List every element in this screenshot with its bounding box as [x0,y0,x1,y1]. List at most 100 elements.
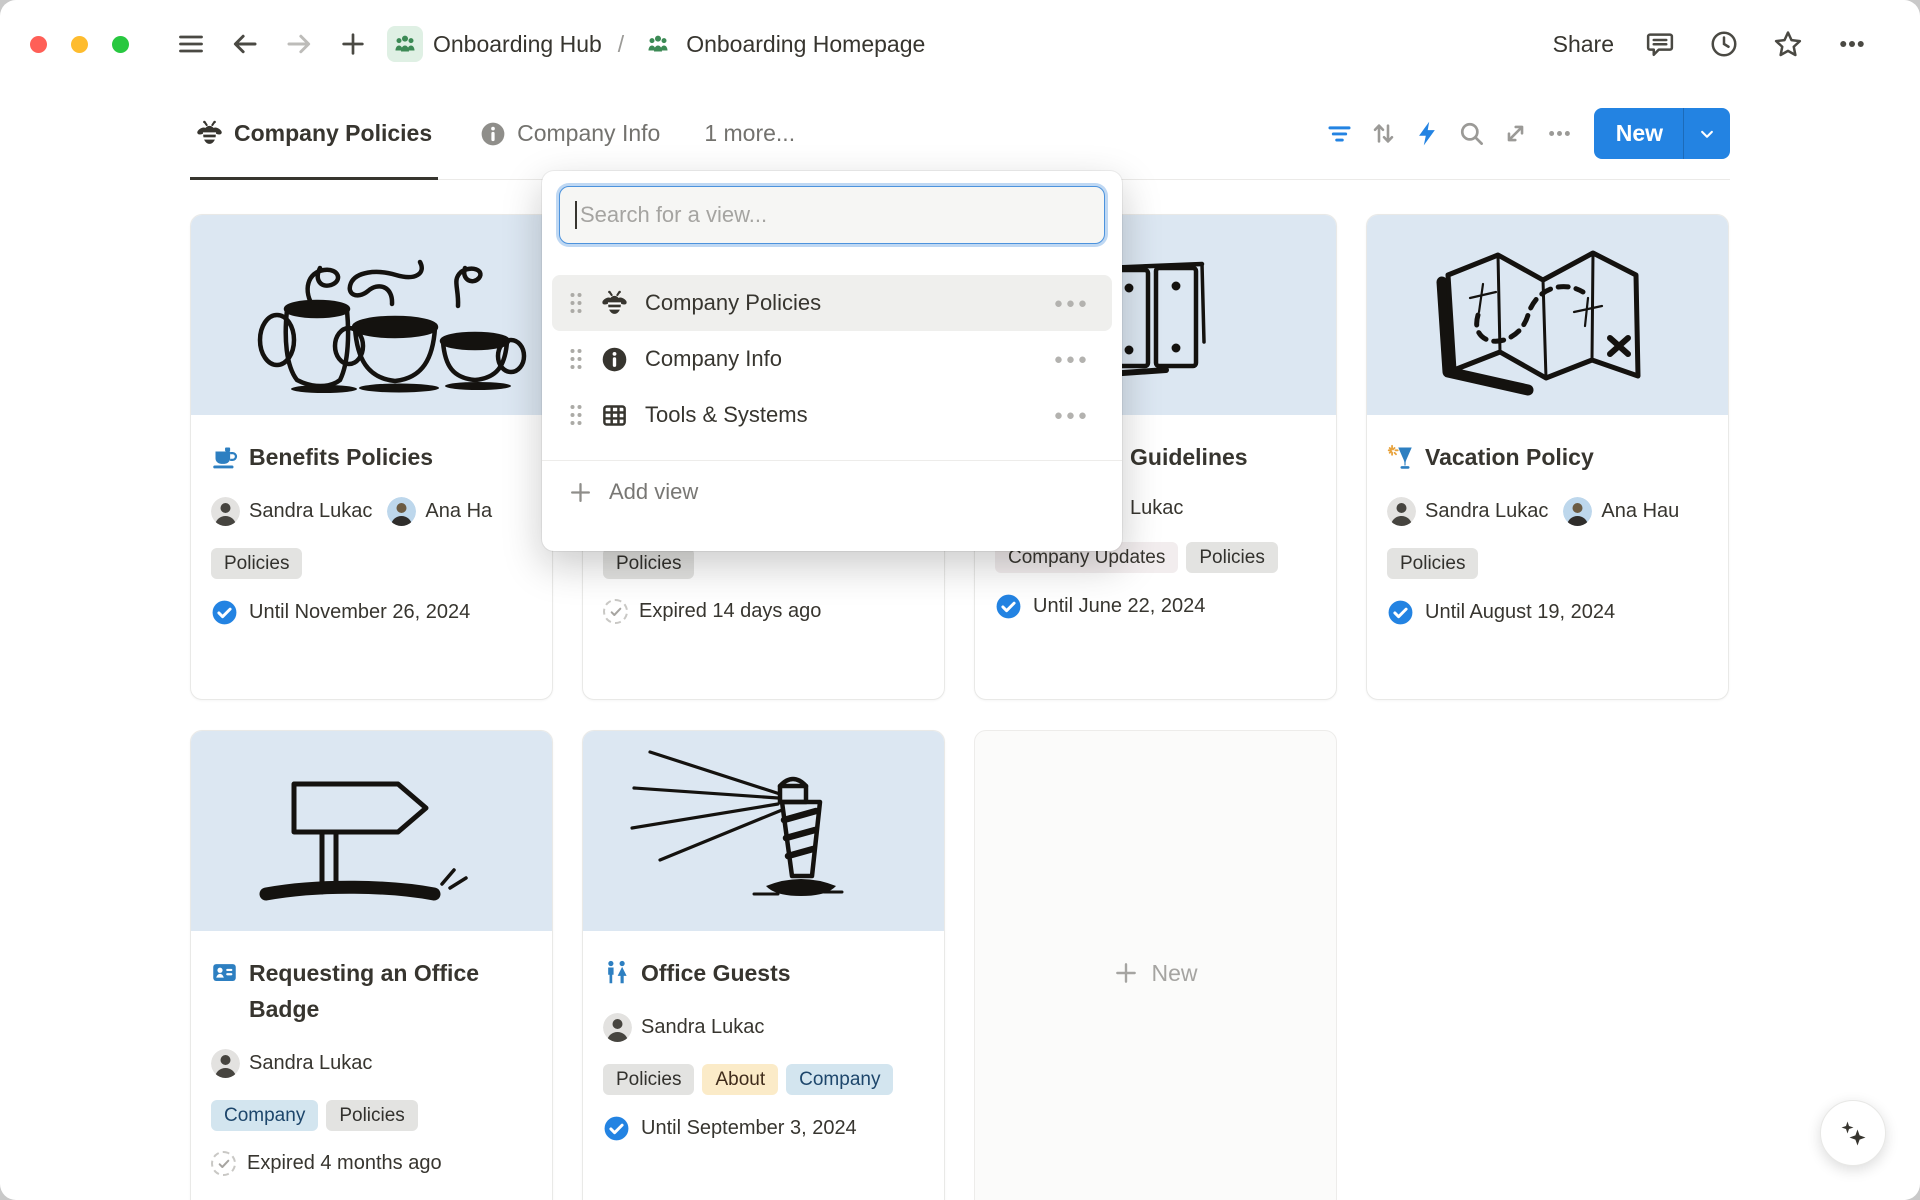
drag-handle-icon[interactable] [568,346,584,372]
card-title-row: Vacation Policy [1387,439,1708,475]
automations-button[interactable] [1406,112,1450,156]
sparkles-icon [1835,1115,1871,1151]
card-requesting-office-badge[interactable]: Requesting an Office Badge Sandra Lukac … [190,730,553,1200]
view-item-tools-systems[interactable]: Tools & Systems ●●● [552,387,1112,443]
avatar [387,497,416,526]
view-item-company-policies[interactable]: Company Policies ●●● [552,275,1112,331]
card-owners: Sandra Lukac [603,1013,924,1042]
sort-button[interactable] [1362,112,1406,156]
view-search-input[interactable] [559,186,1105,244]
new-tab-button[interactable] [333,24,373,64]
tag: Policies [211,548,302,579]
status-label: Until November 26, 2024 [249,601,470,624]
card-benefits-policies[interactable]: Benefits Policies Sandra Lukac Ana Ha Po… [190,214,553,700]
view-item-label: Company Info [645,346,1054,372]
onboarding-homepage-page-icon [640,26,676,62]
card-status: Expired 14 days ago [603,599,924,624]
plus-icon [568,480,593,505]
filter-icon [1326,120,1353,147]
filter-button[interactable] [1318,112,1362,156]
view-item-options-button[interactable]: ●●● [1054,295,1090,312]
view-item-label: Tools & Systems [645,402,1054,428]
expand-view-button[interactable] [1494,112,1538,156]
page-history-button[interactable] [1704,24,1744,64]
card-status: Until September 3, 2024 [603,1115,924,1142]
notion-ai-button[interactable] [1820,1100,1886,1166]
owner-name: Ana Hau [1601,500,1679,523]
share-button[interactable]: Share [1553,31,1614,58]
owner-name: Lukac [1130,497,1183,520]
minimize-window-button[interactable] [71,36,88,53]
breadcrumb-hub-link[interactable]: Onboarding Hub [433,31,602,58]
add-view-label: Add view [609,479,698,505]
card-status: Until August 19, 2024 [1387,599,1708,626]
card-title-row: Benefits Policies [211,439,532,475]
verified-badge-icon [1387,599,1414,626]
window-controls [30,36,129,53]
card-title-row: Office Guests [603,955,924,991]
card-owners: Sandra Lukac Ana Hau [1387,497,1708,526]
onboarding-hub-page-icon [387,26,423,62]
tab-company-info[interactable]: Company Info [474,88,666,179]
card-title: Office Guests [641,955,791,991]
avatar [211,497,240,526]
bee-icon [196,120,223,147]
navigate-forward-button[interactable] [279,24,319,64]
card-office-guests[interactable]: Office Guests Sandra Lukac Policies Abou… [582,730,945,1200]
bee-icon [601,290,628,317]
dropdown-divider [542,460,1122,461]
avatar [211,1049,240,1078]
page-options-button[interactable] [1832,24,1872,64]
plus-icon [339,30,367,58]
text-cursor [575,201,577,229]
back-arrow-icon [230,29,260,59]
view-options-button[interactable] [1538,112,1582,156]
view-item-company-info[interactable]: Company Info ●●● [552,331,1112,387]
new-page-button[interactable]: New [1594,108,1683,159]
star-icon [1773,29,1803,59]
people-pair-icon [603,959,630,986]
new-button-group: New [1594,108,1730,159]
search-button[interactable] [1450,112,1494,156]
tab-label: Company Policies [234,120,432,147]
add-view-button[interactable]: Add view [542,463,1122,521]
verified-badge-icon [995,593,1022,620]
search-icon [1458,120,1485,147]
tag: Policies [603,548,694,579]
view-switcher-dropdown: Company Policies ●●● [542,171,1122,551]
zoom-window-button[interactable] [112,36,129,53]
clock-icon [1709,29,1739,59]
close-window-button[interactable] [30,36,47,53]
new-page-dropdown-button[interactable] [1683,108,1730,159]
lightning-icon [1414,120,1441,147]
tab-company-policies[interactable]: Company Policies [190,89,438,180]
card-tags: Policies About Company [603,1064,924,1095]
info-icon [601,346,628,373]
owner-name: Sandra Lukac [1425,500,1548,523]
breadcrumb-page-link[interactable]: Onboarding Homepage [686,31,925,58]
favorite-button[interactable] [1768,24,1808,64]
comments-button[interactable] [1640,24,1680,64]
ellipsis-icon [1546,120,1573,147]
drag-handle-icon[interactable] [568,402,584,428]
navigate-back-button[interactable] [225,24,265,64]
expand-diagonal-icon [1502,120,1529,147]
view-item-options-button[interactable]: ●●● [1054,351,1090,368]
card-title: Guidelines [1130,439,1248,475]
coffee-cup-icon [211,443,238,470]
card-vacation-policy[interactable]: Vacation Policy Sandra Lukac Ana Hau Pol… [1366,214,1729,700]
sidebar-menu-button[interactable] [171,24,211,64]
view-item-options-button[interactable]: ●●● [1054,407,1090,424]
drag-handle-icon[interactable] [568,290,584,316]
status-label: Until September 3, 2024 [641,1117,857,1140]
status-label: Expired 4 months ago [247,1152,442,1175]
more-views-link[interactable]: 1 more... [704,120,795,147]
owner-name: Sandra Lukac [641,1016,764,1039]
new-card-label: New [1151,960,1197,987]
card-status: Until November 26, 2024 [211,599,532,626]
signpost-sketch [191,731,552,931]
new-card-button[interactable]: New [974,730,1337,1200]
coffee-mugs-sketch [191,215,552,415]
verified-badge-icon [603,1115,630,1142]
lighthouse-sketch [583,731,944,931]
